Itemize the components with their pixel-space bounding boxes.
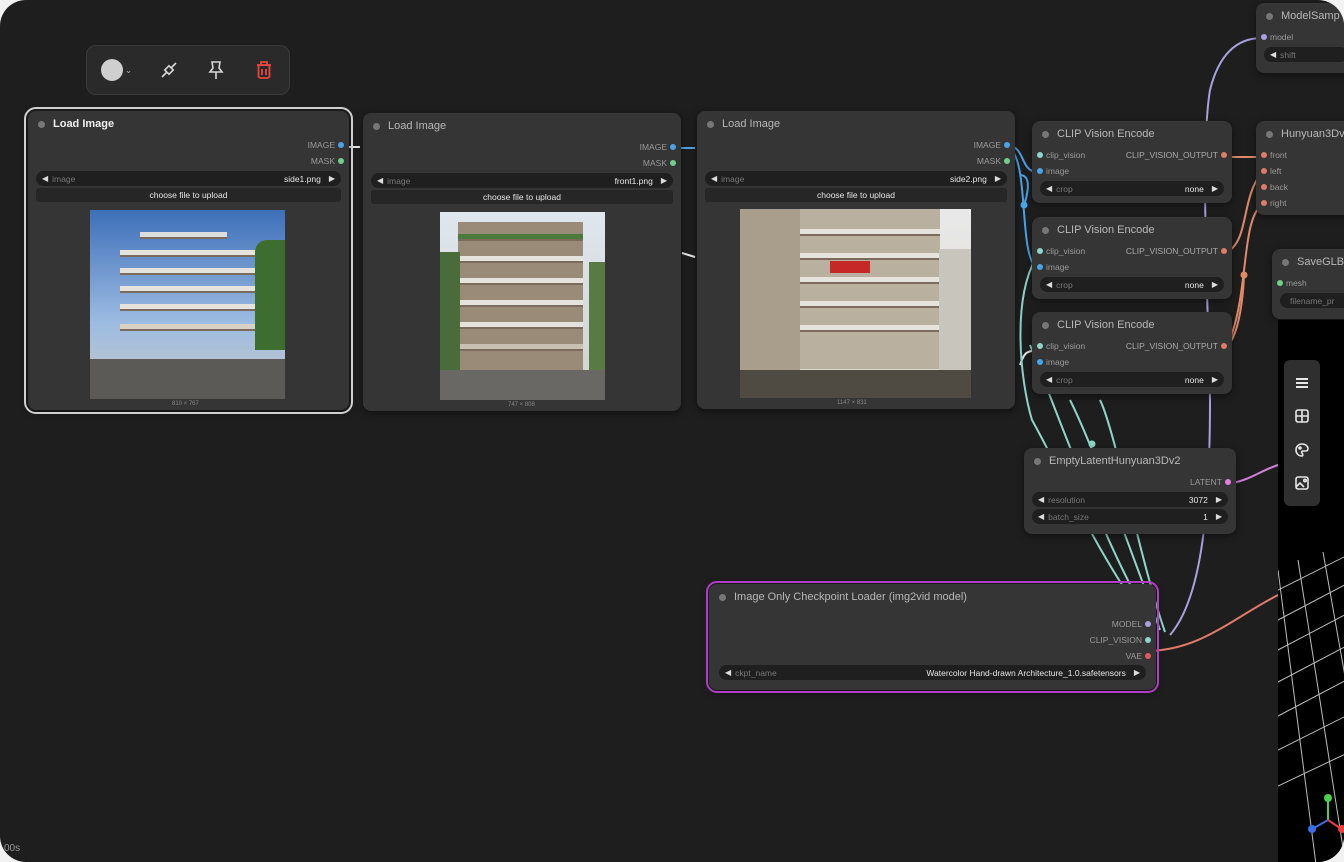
output-image[interactable]: IMAGE [28,137,349,153]
input-right[interactable]: right [1256,195,1344,211]
image-icon [1295,476,1309,491]
input-image[interactable]: image [1032,259,1232,275]
node-title: CLIP Vision Encode [1032,312,1232,338]
shift-stepper[interactable]: ◀ shift [1264,47,1344,62]
color-swatch [100,59,123,81]
image-dimensions: 1147 × 831 [837,400,867,406]
node-title: Image Only Checkpoint Loader (img2vid mo… [709,584,1156,610]
node-title: EmptyLatentHunyuan3Dv2 [1024,448,1236,474]
node-title: Hunyuan3Dv2 [1256,121,1344,147]
menu-button[interactable] [1291,372,1313,394]
input-left[interactable]: left [1256,163,1344,179]
input-back[interactable]: back [1256,179,1344,195]
resolution-stepper[interactable]: ◀ resolution 3072 ▶ [1032,492,1228,507]
arrow-right-icon: ▶ [660,176,667,185]
image-select[interactable]: ◀ image front1.png ▶ [371,173,673,188]
output-image[interactable]: IMAGE [697,137,1015,153]
checkpoint-loader-node[interactable]: Image Only Checkpoint Loader (img2vid mo… [706,581,1159,693]
batch-size-stepper[interactable]: ◀ batch_size 1 ▶ [1032,509,1228,524]
upload-button[interactable]: choose file to upload [371,190,673,204]
input-clip-vision[interactable]: clip_vision CLIP_VISION_OUTPUT [1032,147,1232,163]
image-preview [740,209,971,398]
arrow-right-icon: ▶ [994,174,1001,183]
upload-button[interactable]: choose file to upload [705,188,1007,202]
input-front[interactable]: front [1256,147,1344,163]
model-sampling-node[interactable]: ModelSamp model ◀ shift [1256,3,1344,73]
pin-icon [208,61,225,79]
palette-button[interactable] [1291,439,1313,461]
output-mask[interactable]: MASK [697,153,1015,169]
selection-toolbar: ⌄ [86,45,290,95]
hunyuan3dv2-node[interactable]: Hunyuan3Dv2 front left back right [1256,121,1344,215]
chevron-down-icon: ⌄ [124,64,133,75]
image-dimensions: 747 × 808 [508,402,535,408]
image-preview [440,212,605,400]
color-picker-button[interactable]: ⌄ [97,54,136,86]
empty-latent-node[interactable]: EmptyLatentHunyuan3Dv2 LATENT ◀ resolutio… [1024,448,1236,534]
image-select[interactable]: ◀ image side2.png ▶ [705,171,1007,186]
input-mesh[interactable]: mesh [1272,275,1344,291]
node-title: Load Image [28,111,349,137]
trash-icon [257,61,272,79]
upload-button[interactable]: choose file to upload [36,188,341,202]
viewer-toolbar [1284,360,1320,506]
output-mask[interactable]: MASK [363,155,681,171]
image-preview [90,210,285,399]
node-title: CLIP Vision Encode [1032,217,1232,243]
node-title: SaveGLB [1272,249,1344,275]
delete-button[interactable] [249,54,279,86]
crop-select[interactable]: ◀ crop none ▶ [1040,181,1224,196]
input-model[interactable]: model [1256,29,1344,45]
filename-prefix-field[interactable]: filename_pr [1280,293,1344,308]
pin-button[interactable] [202,54,232,86]
arrow-left-icon: ◀ [377,176,384,185]
clip-vision-encode-node-2[interactable]: CLIP Vision Encode clip_vision CLIP_VISI… [1032,217,1232,299]
grid-icon [1295,409,1309,424]
output-clip-vision[interactable]: CLIP_VISION [709,632,1156,648]
load-image-node-3[interactable]: Load Image IMAGE MASK ◀ image side2.png ▶ c… [697,111,1015,409]
input-clip-vision[interactable]: clip_vision CLIP_VISION_OUTPUT [1032,338,1232,354]
load-image-node-2[interactable]: Load Image IMAGE MASK ◀ image front1.png ▶ … [363,113,681,411]
node-title: Load Image [697,111,1015,137]
input-image[interactable]: image [1032,163,1232,179]
input-image[interactable]: image [1032,354,1232,370]
node-graph-canvas[interactable]: ⌄ Load Image IMAGE MASK ◀ image side1.png ▶… [0,0,1344,862]
menu-icon [1296,377,1308,388]
palette-icon [1295,442,1309,457]
ckpt-name-select[interactable]: ◀ ckpt_name Watercolor Hand-drawn Architec… [719,665,1146,680]
output-model[interactable]: MODEL [709,616,1156,632]
bypass-icon [161,62,177,78]
bypass-button[interactable] [154,54,184,86]
output-latent[interactable]: LATENT [1024,474,1236,490]
grid-toggle-button[interactable] [1291,405,1313,427]
node-title: CLIP Vision Encode [1032,121,1232,147]
image-dimensions: 810 × 767 [172,401,199,407]
output-image[interactable]: IMAGE [363,139,681,155]
output-vae[interactable]: VAE [709,648,1156,664]
arrow-left-icon: ◀ [711,174,718,183]
save-glb-node[interactable]: SaveGLB mesh filename_pr [1272,249,1344,319]
crop-select[interactable]: ◀ crop none ▶ [1040,277,1224,292]
image-select[interactable]: ◀ image side1.png ▶ [36,171,341,186]
arrow-left-icon: ◀ [42,174,49,183]
input-clip-vision[interactable]: clip_vision CLIP_VISION_OUTPUT [1032,243,1232,259]
clip-vision-encode-node-1[interactable]: CLIP Vision Encode clip_vision CLIP_VISI… [1032,121,1232,203]
status-text: 00s [4,843,21,854]
node-title: Load Image [363,113,681,139]
node-title: ModelSamp [1256,3,1344,29]
load-image-node-1[interactable]: Load Image IMAGE MASK ◀ image side1.png ▶ c… [24,107,353,414]
crop-select[interactable]: ◀ crop none ▶ [1040,372,1224,387]
clip-vision-encode-node-3[interactable]: CLIP Vision Encode clip_vision CLIP_VISI… [1032,312,1232,394]
background-image-button[interactable] [1291,472,1313,494]
output-mask[interactable]: MASK [28,153,349,169]
arrow-right-icon: ▶ [328,174,335,183]
